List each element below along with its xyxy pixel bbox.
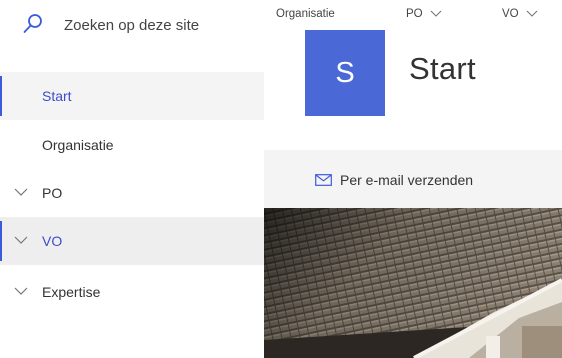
search-icon[interactable] [22,13,44,35]
topnav-item-organisatie[interactable]: Organisatie [276,8,335,20]
send-email-label: Per e-mail verzenden [340,172,474,188]
main-content: Organisatie PO VO S Start Per e-mail ver… [264,0,562,358]
site-logo-letter: S [335,56,355,89]
search-input[interactable] [64,13,254,37]
topnav-item-label: PO [406,8,423,20]
sidebar-item-vo[interactable]: VO [0,217,264,265]
send-email-button[interactable]: Per e-mail verzenden [315,172,473,188]
top-navigation: Organisatie PO VO [264,0,562,28]
roof-photo [264,208,562,358]
sidebar-item-label: VO [42,233,63,249]
sidebar-item-label: PO [42,185,63,201]
site-search [0,0,264,52]
sidebar-item-label: Expertise [42,284,101,300]
topnav-item-po[interactable]: PO [406,8,442,20]
chevron-down-icon[interactable] [14,235,28,245]
sidebar-item-organisatie[interactable]: Organisatie [0,121,264,169]
chevron-down-icon[interactable] [14,187,28,197]
topnav-item-label: VO [502,8,519,20]
chevron-down-icon [526,10,538,17]
mail-icon [315,174,332,186]
site-logo[interactable]: S [305,30,385,116]
topnav-item-label: Organisatie [276,8,335,20]
command-bar: Per e-mail verzenden [264,150,562,208]
left-navigation: Start Organisatie PO VO Expertise [0,0,264,358]
chevron-down-icon[interactable] [14,286,28,296]
topnav-item-vo[interactable]: VO [502,8,538,20]
hero-image [264,208,562,358]
page-title: Start [409,51,476,86]
chevron-down-icon [430,10,442,17]
sidebar-item-label: Organisatie [42,137,114,153]
sidebar-item-start[interactable]: Start [0,72,264,120]
sidebar-item-expertise[interactable]: Expertise [0,268,264,316]
sidebar-item-po[interactable]: PO [0,169,264,217]
sidebar-item-label: Start [42,88,72,104]
